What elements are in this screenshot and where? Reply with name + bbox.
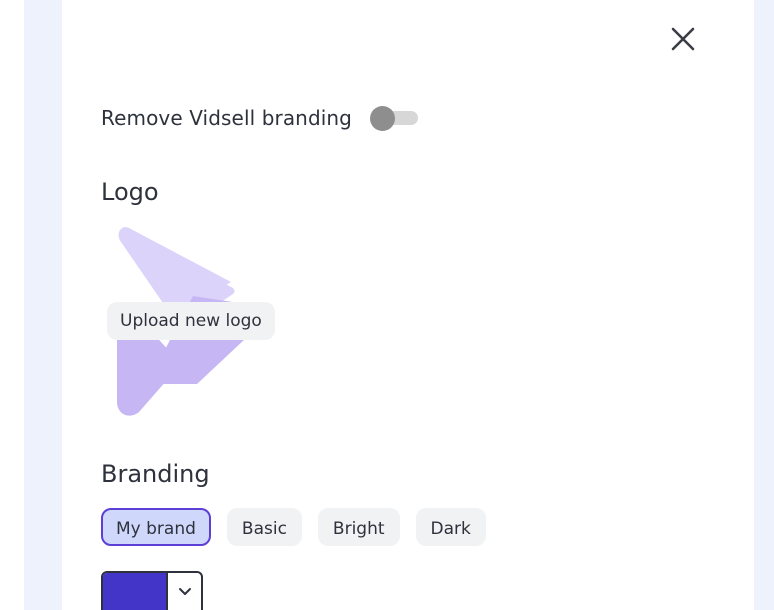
remove-branding-row: Remove Vidsell branding — [101, 101, 420, 135]
chevron-down-icon — [178, 588, 191, 595]
brand-color-swatch — [103, 573, 166, 610]
logo-preview: Upload new logo — [107, 226, 277, 420]
close-icon — [671, 27, 695, 51]
color-dropdown-toggle[interactable] — [166, 573, 201, 610]
upload-new-logo-button[interactable]: Upload new logo — [107, 302, 275, 340]
tab-dark[interactable]: Dark — [415, 508, 486, 546]
close-button[interactable] — [668, 24, 698, 54]
tab-my-brand[interactable]: My brand — [101, 508, 211, 546]
remove-branding-toggle[interactable] — [369, 103, 420, 133]
remove-branding-label: Remove Vidsell branding — [101, 106, 352, 130]
brand-color-picker[interactable] — [101, 571, 203, 610]
logo-section-title: Logo — [101, 178, 159, 206]
toggle-knob — [369, 106, 395, 131]
tab-basic[interactable]: Basic — [226, 508, 302, 546]
tab-bright[interactable]: Bright — [317, 508, 400, 546]
branding-tabs: My brand Basic Bright Dark — [101, 508, 486, 546]
branding-section-title: Branding — [101, 460, 210, 488]
branding-settings-panel: Remove Vidsell branding Logo Upload new … — [62, 0, 754, 610]
